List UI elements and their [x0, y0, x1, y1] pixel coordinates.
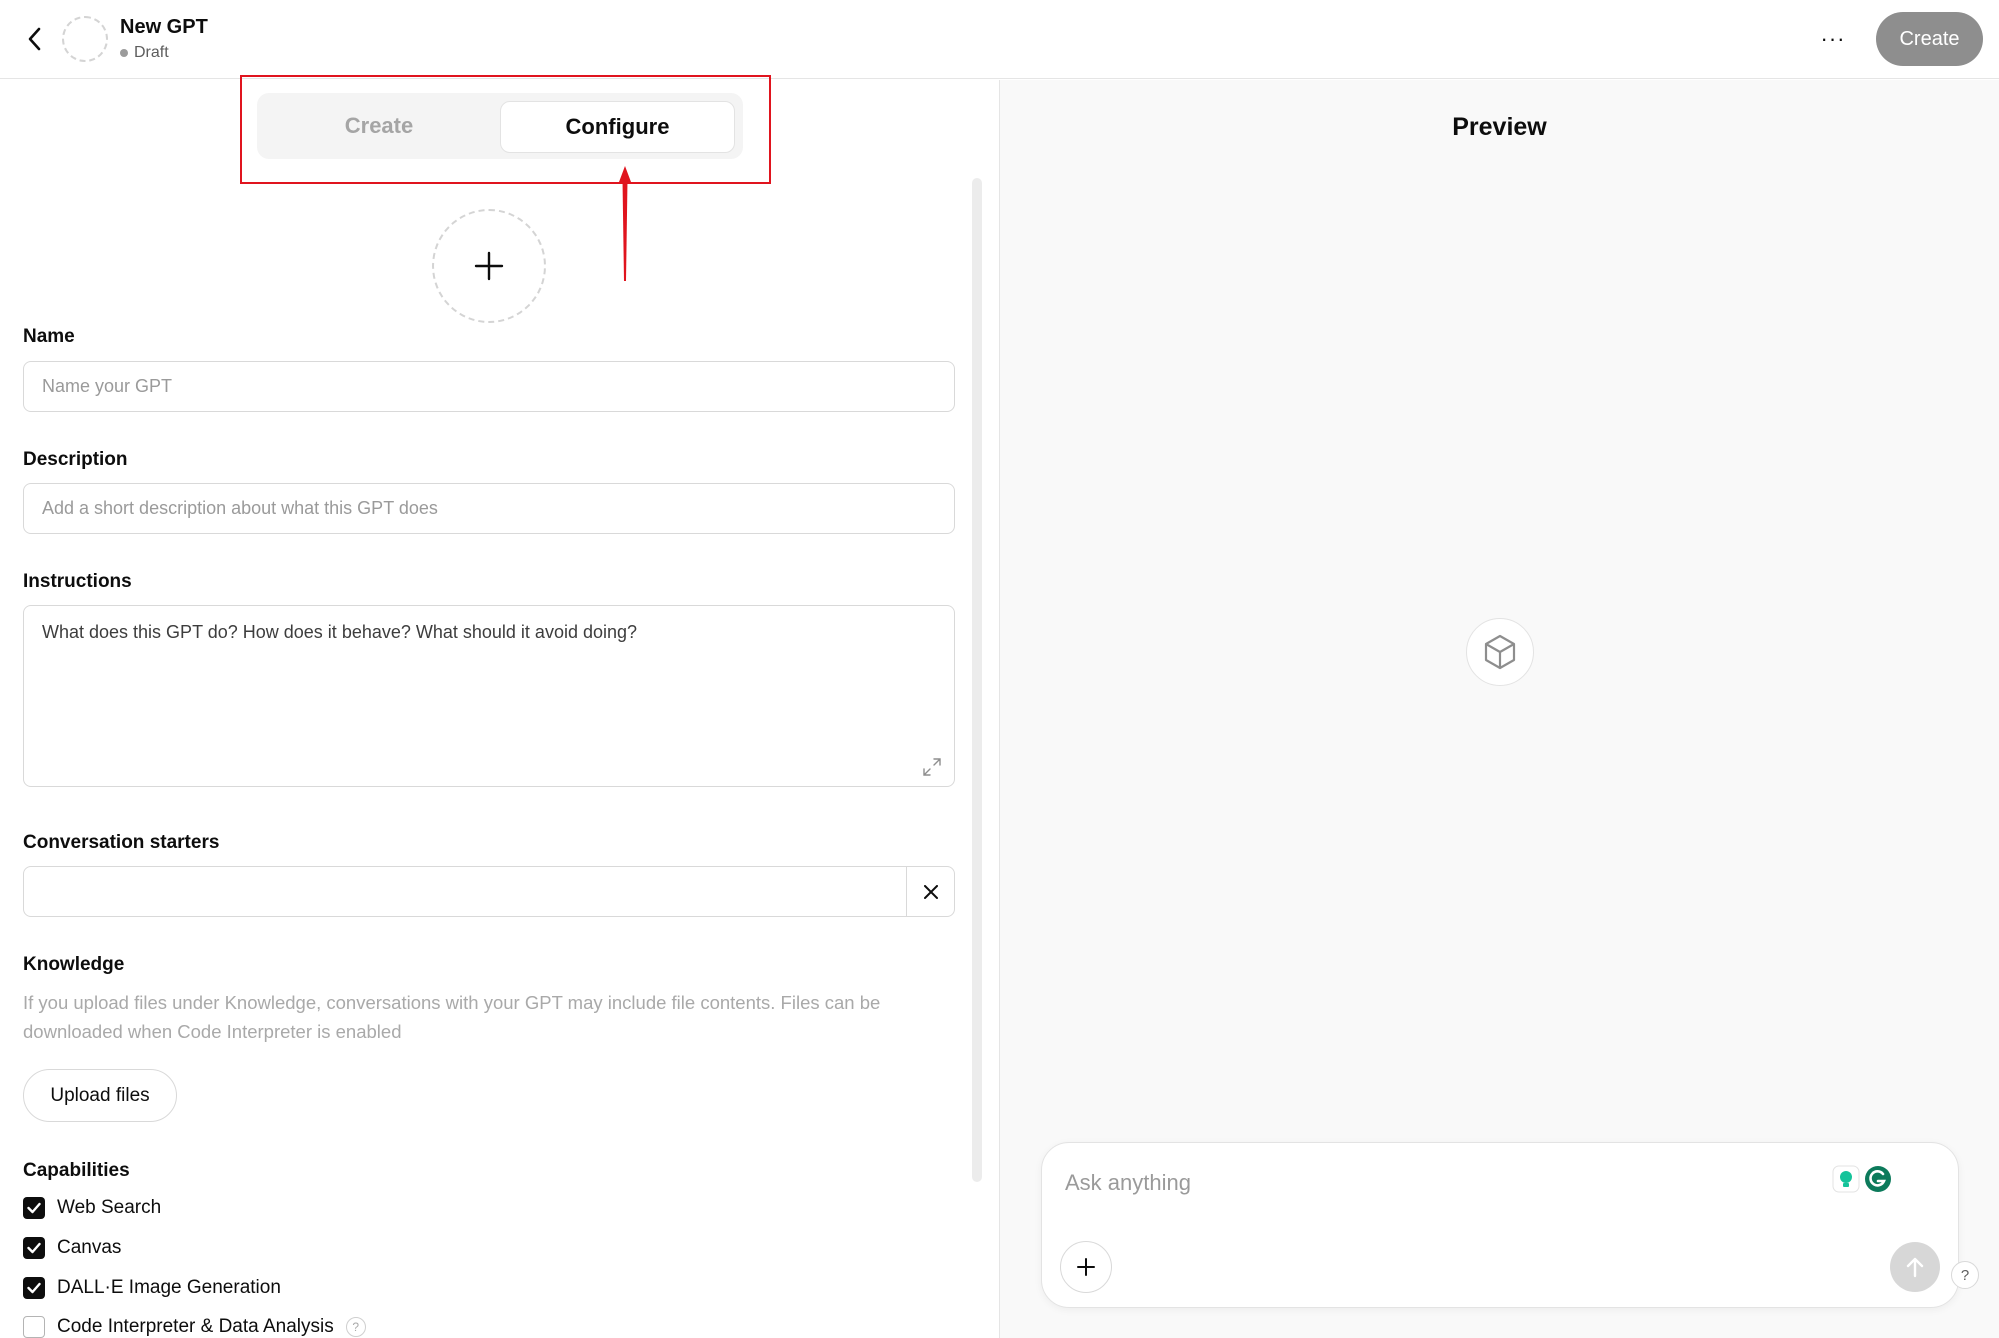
status-label: Draft [134, 44, 169, 61]
dalle-checkbox[interactable] [23, 1277, 45, 1299]
lightbulb-icon [1832, 1165, 1860, 1193]
top-bar: New GPT Draft ··· Create [0, 0, 1999, 79]
capability-label: Code Interpreter & Data Analysis [57, 1316, 334, 1337]
instructions-label: Instructions [23, 571, 132, 592]
plus-icon [1077, 1258, 1095, 1276]
expand-icon[interactable] [922, 757, 942, 777]
cube-icon [1484, 634, 1516, 670]
checkmark-icon [27, 1242, 41, 1254]
checkmark-icon [27, 1202, 41, 1214]
checkmark-icon [27, 1282, 41, 1294]
arrow-up-icon [1906, 1257, 1924, 1278]
help-icon[interactable]: ? [345, 1317, 366, 1337]
gpt-placeholder-logo [1466, 618, 1534, 686]
capabilities-label: Capabilities [23, 1160, 130, 1181]
grammarly-widget[interactable] [1832, 1163, 1896, 1195]
conversation-starters-label: Conversation starters [23, 832, 220, 853]
message-composer [1041, 1142, 1959, 1308]
chevron-left-icon [28, 27, 41, 51]
mode-tabs: Create Configure [257, 93, 743, 159]
conversation-starter-input[interactable] [23, 866, 907, 917]
web-search-checkbox[interactable] [23, 1197, 45, 1219]
grammarly-icon [1865, 1166, 1891, 1192]
close-icon [923, 884, 938, 899]
help-button[interactable]: ? [1951, 1261, 1979, 1289]
description-input[interactable] [23, 483, 955, 534]
code-interpreter-checkbox[interactable] [23, 1316, 45, 1338]
description-label: Description [23, 449, 128, 470]
capability-code-interpreter[interactable]: Code Interpreter & Data Analysis ? [23, 1316, 366, 1338]
attach-button[interactable] [1060, 1241, 1112, 1293]
ask-anything-input[interactable] [1065, 1165, 1845, 1201]
tab-create[interactable]: Create [257, 93, 501, 159]
instructions-textarea[interactable] [23, 605, 955, 787]
plus-icon [474, 251, 504, 281]
canvas-checkbox[interactable] [23, 1237, 45, 1259]
capability-label: Canvas [57, 1237, 122, 1258]
gpt-avatar-placeholder [62, 16, 108, 62]
draft-status: Draft [120, 44, 169, 62]
capability-canvas[interactable]: Canvas [23, 1237, 121, 1259]
back-button[interactable] [20, 24, 48, 54]
preview-title: Preview [1452, 113, 1547, 141]
status-dot-icon [120, 49, 128, 57]
gpt-title: New GPT [120, 16, 208, 38]
scrollbar[interactable] [972, 178, 982, 1182]
capability-web-search[interactable]: Web Search [23, 1197, 161, 1219]
name-label: Name [23, 326, 75, 347]
knowledge-help-text: If you upload files under Knowledge, con… [23, 992, 881, 1042]
send-button[interactable] [1890, 1242, 1940, 1292]
create-gpt-button[interactable]: Create [1876, 12, 1983, 66]
more-options-button[interactable]: ··· [1816, 22, 1850, 56]
capability-dalle[interactable]: DALL·E Image Generation [23, 1277, 281, 1299]
knowledge-label: Knowledge [23, 954, 125, 975]
avatar-upload-button[interactable] [432, 209, 546, 323]
upload-files-button[interactable]: Upload files [23, 1069, 177, 1122]
remove-starter-button[interactable] [906, 866, 955, 917]
tab-configure[interactable]: Configure [500, 101, 735, 153]
capability-label: DALL·E Image Generation [57, 1277, 281, 1298]
name-input[interactable] [23, 361, 955, 412]
capability-label: Web Search [57, 1197, 162, 1218]
